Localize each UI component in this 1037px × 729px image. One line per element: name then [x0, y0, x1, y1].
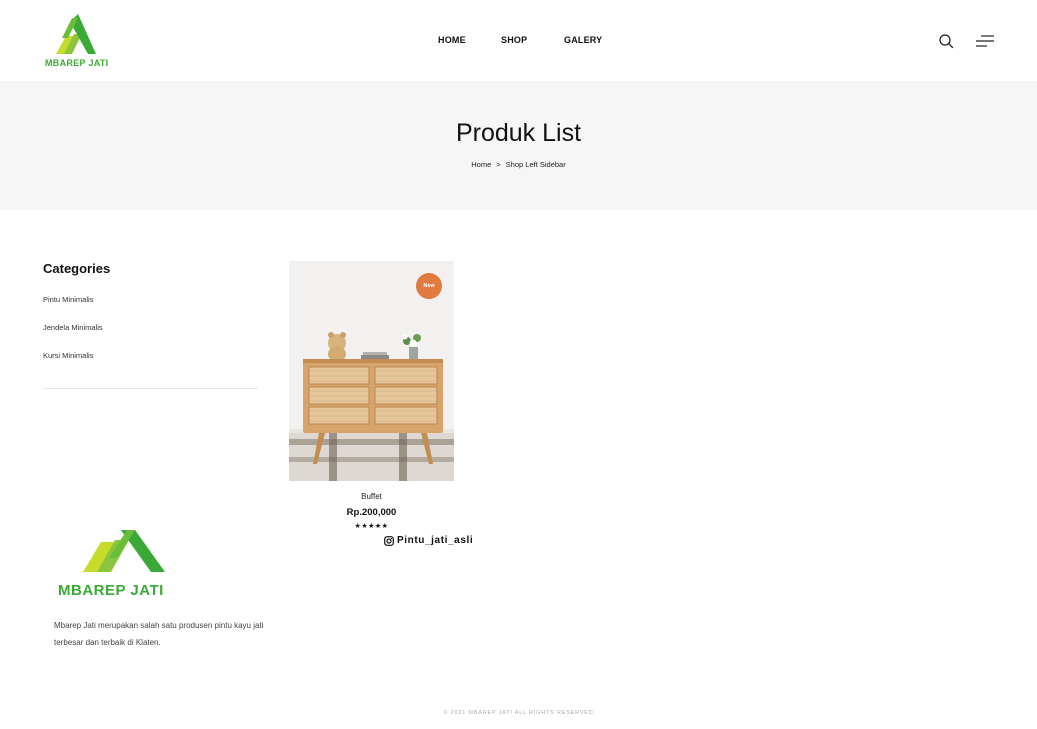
main-nav: HOME SHOP GALERY: [0, 35, 1037, 49]
logo-text: MBAREP JATI: [45, 58, 109, 68]
footer-logo-text: MBAREP JATI: [58, 582, 164, 599]
footer-logo-mark-icon: [83, 530, 165, 572]
new-badge: New: [416, 273, 442, 299]
site-header: MBAREP JATI HOME SHOP GALERY: [0, 0, 1037, 81]
search-button[interactable]: [938, 33, 954, 49]
page-title: Produk List: [455, 119, 582, 147]
product-price: Rp.200,000: [346, 507, 397, 518]
search-icon: [939, 34, 954, 49]
copyright: © 2021 MBAREP JATI ALL RIGHTS RESERVED: [443, 710, 594, 716]
category-pintu-minimalis[interactable]: Pintu Minimalis: [43, 295, 93, 304]
nav-galery[interactable]: GALERY: [564, 35, 602, 45]
category-kursi-minimalis[interactable]: Kursi Minimalis: [43, 351, 93, 360]
categories-title: Categories: [43, 261, 111, 276]
instagram-icon: [384, 535, 394, 546]
breadcrumb-separator: >: [496, 160, 501, 169]
page-banner: Produk List Home > Shop Left Sidebar: [0, 81, 1037, 210]
instagram-link[interactable]: Pintu_jati_asli: [384, 535, 473, 546]
nav-shop[interactable]: SHOP: [501, 35, 527, 45]
product-name[interactable]: Buffet: [289, 492, 454, 501]
footer-description: Mbarep Jati merupakan salah satu produse…: [54, 621, 264, 647]
menu-button[interactable]: [975, 33, 995, 49]
menu-lines-icon: [976, 35, 994, 47]
product-rating: ★★★★★: [354, 523, 389, 530]
category-jendela-minimalis[interactable]: Jendela Minimalis: [43, 323, 103, 332]
breadcrumb: Home > Shop Left Sidebar: [0, 160, 1037, 169]
breadcrumb-current: Shop Left Sidebar: [505, 160, 566, 169]
sidebar-divider: [43, 388, 258, 389]
nav-home[interactable]: HOME: [438, 35, 466, 45]
breadcrumb-home[interactable]: Home: [471, 160, 491, 169]
instagram-handle: Pintu_jati_asli: [397, 535, 474, 546]
